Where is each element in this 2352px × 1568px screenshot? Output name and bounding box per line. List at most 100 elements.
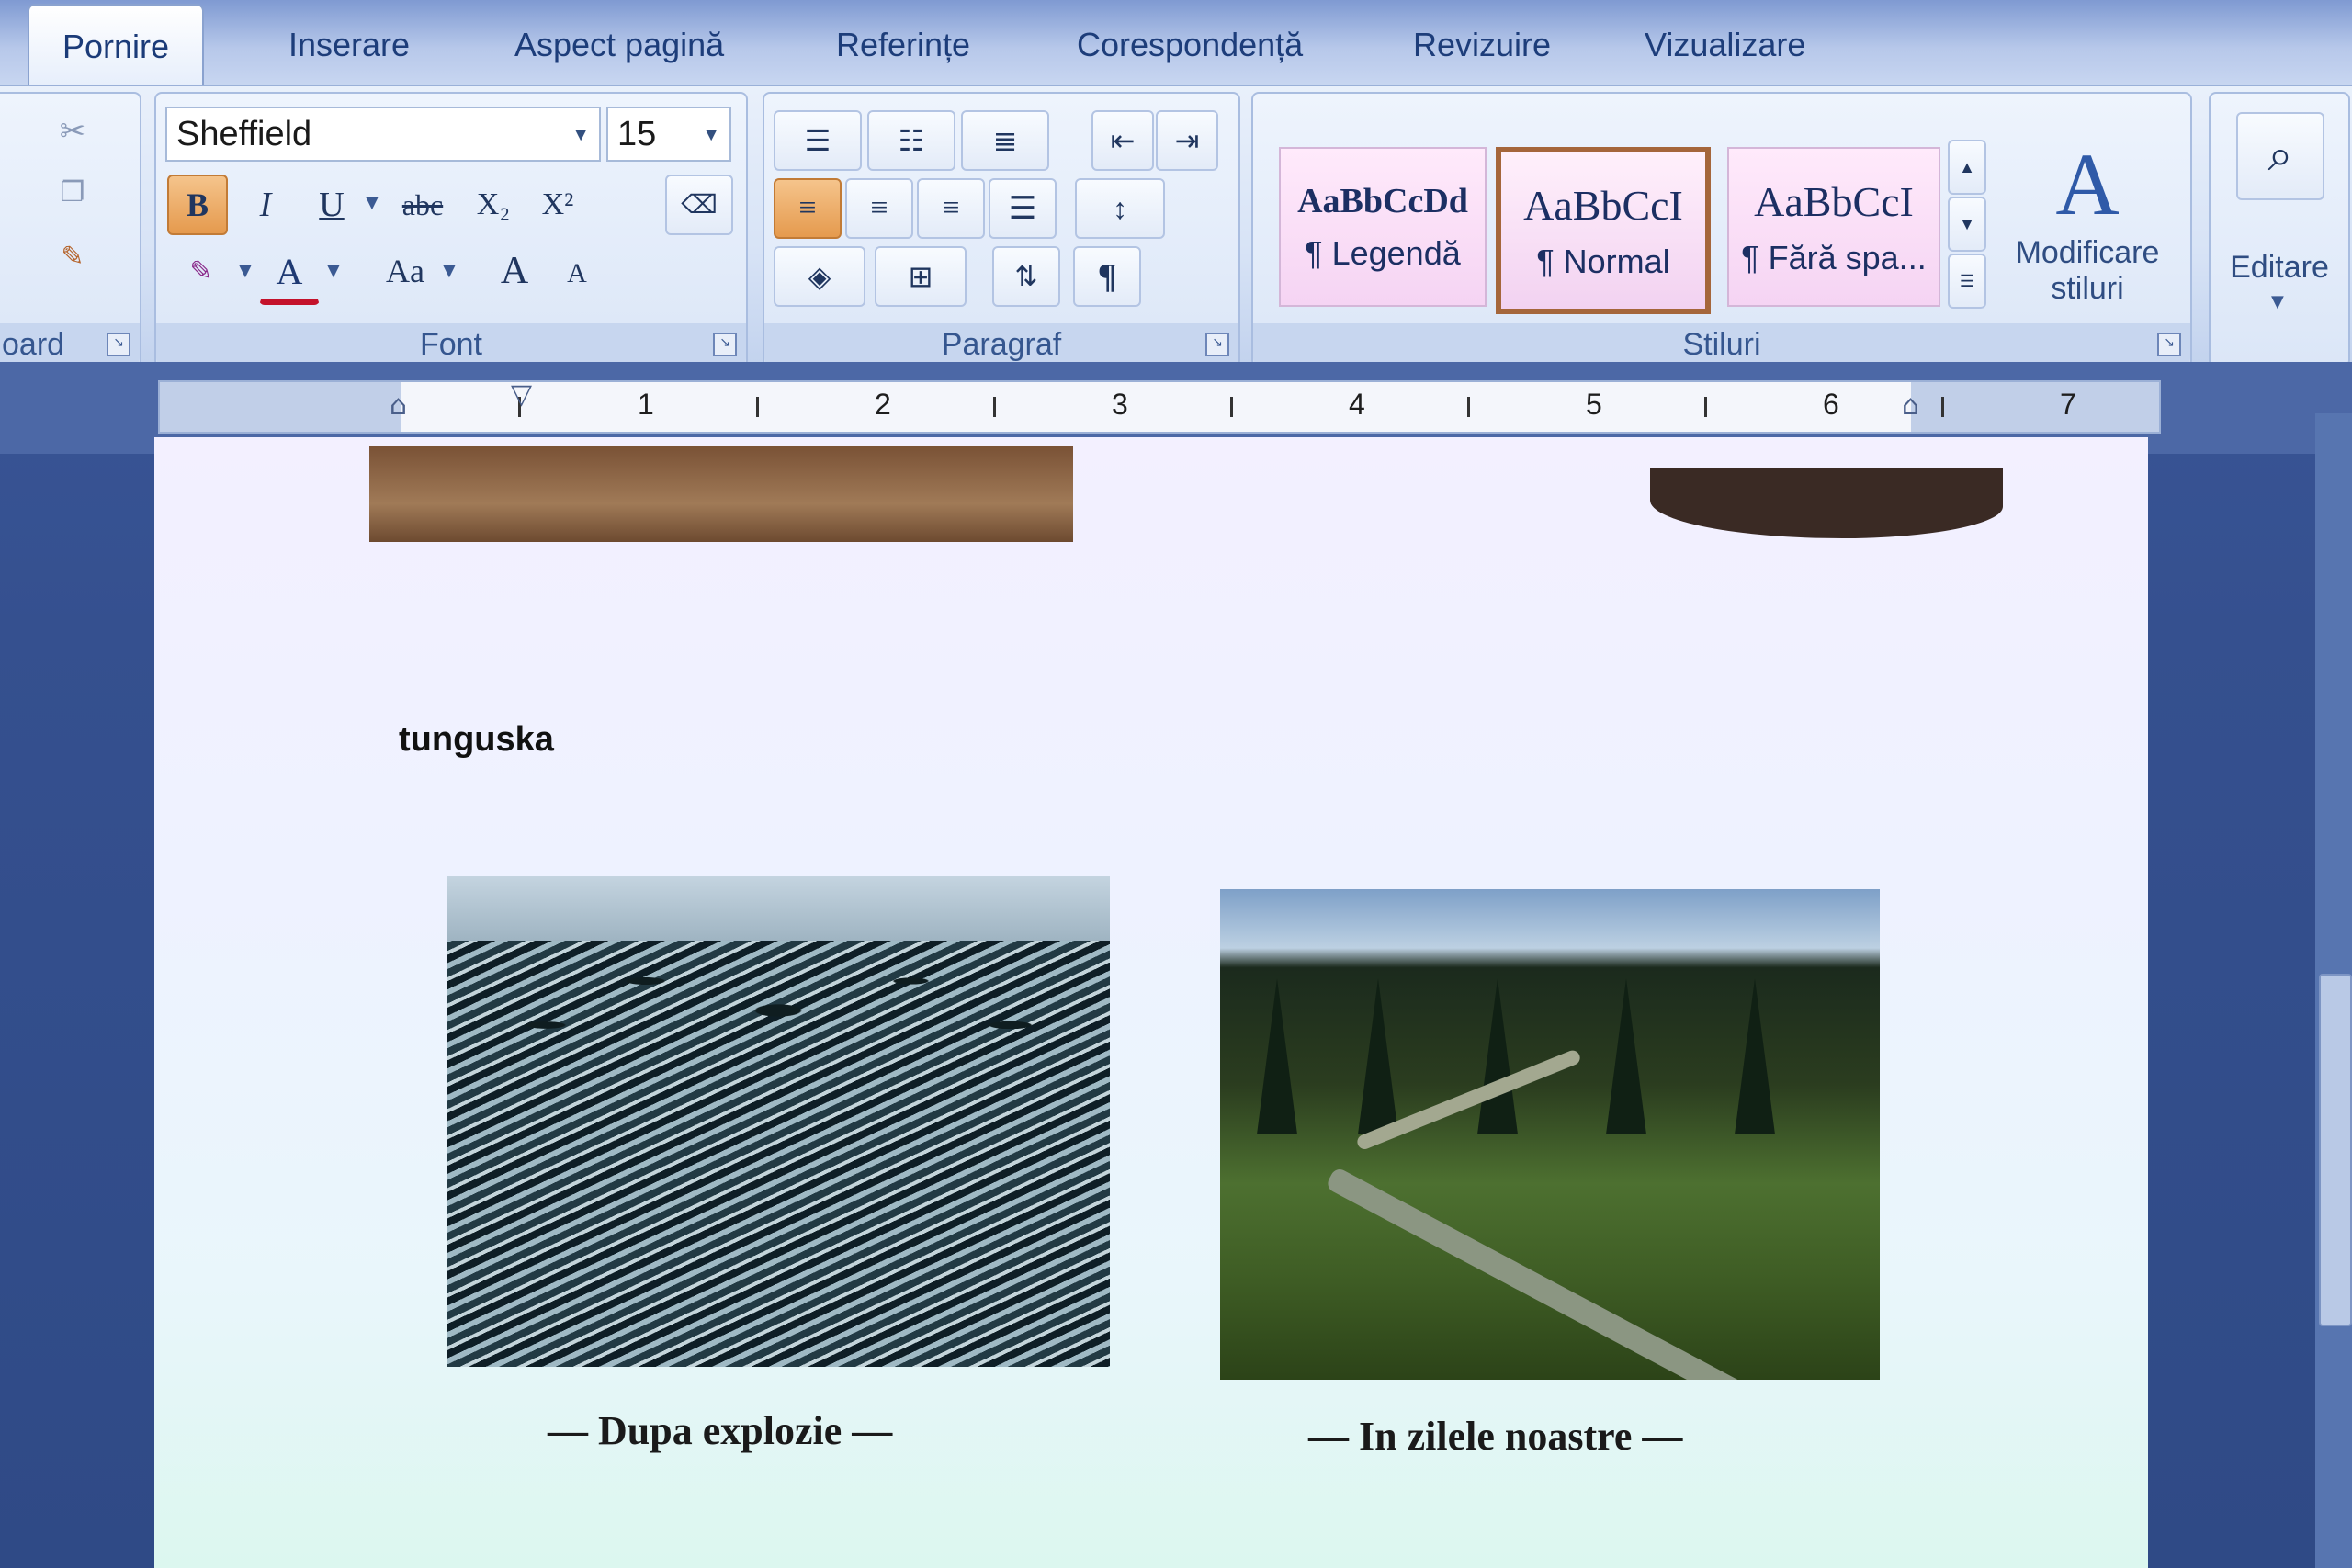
chevron-down-icon[interactable]: ▼	[366, 193, 379, 212]
ruler-tick	[993, 397, 996, 417]
format-painter-icon[interactable]: ✎	[48, 231, 97, 281]
bold-button[interactable]: B	[167, 175, 228, 235]
tab-pornire[interactable]: Pornire	[28, 4, 205, 88]
document-page[interactable]: tunguska — Dupa explozie — — In zilele n…	[154, 437, 2148, 1568]
font-dialog-launcher[interactable]: ↘	[713, 333, 737, 356]
font-name-value: Sheffield	[176, 114, 312, 153]
paragraph-dialog-launcher[interactable]: ↘	[1205, 333, 1229, 356]
increase-indent-icon[interactable]: ⇥	[1156, 110, 1218, 171]
ruler-number: 5	[1586, 388, 1602, 421]
ruler-number: 2	[875, 388, 891, 421]
left-indent-marker-icon[interactable]: ⌂	[390, 389, 407, 422]
gallery-scroll-up-icon[interactable]: ▲	[1948, 140, 1986, 195]
align-right-icon[interactable]: ≡	[917, 178, 985, 239]
chevron-down-icon[interactable]: ▼	[2271, 292, 2284, 311]
strikethrough-button[interactable]: abc	[386, 175, 459, 235]
shrink-font-button[interactable]: A	[549, 246, 605, 301]
caption-in-zilele-noastre[interactable]: — In zilele noastre —	[1308, 1413, 1682, 1460]
chevron-down-icon[interactable]: ▼	[443, 261, 456, 280]
align-left-icon[interactable]: ≡	[774, 178, 842, 239]
ruler-left-margin	[160, 382, 401, 432]
clipboard-group: ✂ ❐ ✎ oard ↘	[0, 92, 141, 367]
style-normal[interactable]: AaBbCcI ¶ Normal	[1496, 147, 1711, 314]
photo-tree	[1606, 978, 1646, 1134]
clear-formatting-icon[interactable]: ⌫	[665, 175, 733, 235]
font-name-combo[interactable]: Sheffield ▼	[165, 107, 601, 162]
copy-icon[interactable]: ❐	[48, 167, 97, 217]
ruler-tick	[1704, 397, 1707, 417]
superscript-button[interactable]: X²	[527, 175, 588, 235]
first-line-indent-marker-icon[interactable]: ▽	[511, 378, 532, 411]
photo-dupa-explozie[interactable]	[447, 876, 1110, 1367]
chevron-down-icon[interactable]: ▼	[702, 125, 720, 146]
photo-tree	[1358, 978, 1398, 1134]
grow-font-button[interactable]: A	[483, 241, 546, 301]
cut-icon[interactable]: ✂	[48, 107, 97, 156]
gallery-more-icon[interactable]: ☰	[1948, 254, 1986, 309]
tab-vizualizare[interactable]: Vizualizare	[1639, 13, 1811, 77]
chevron-down-icon[interactable]: ▼	[327, 261, 340, 280]
scrollbar-thumb[interactable]	[2319, 974, 2352, 1326]
gallery-scroll-down-icon[interactable]: ▼	[1948, 197, 1986, 252]
ruler-number: 4	[1349, 388, 1365, 421]
shading-icon[interactable]: ◈	[774, 246, 865, 307]
binoculars-icon[interactable]: ⌕	[2236, 112, 2324, 200]
photo-tree	[1735, 978, 1775, 1134]
change-styles-button[interactable]: A Modificare stiluri	[1996, 121, 2179, 318]
styles-group-label: Stiluri	[1682, 326, 1761, 362]
previous-image-fragment	[1650, 468, 2003, 538]
styles-group: AaBbCcDd ¶ Legendă AaBbCcI ¶ Normal AaBb…	[1251, 92, 2192, 367]
tab-inserare[interactable]: Inserare	[283, 13, 415, 77]
subscript-button[interactable]: X₂	[463, 175, 524, 235]
document-heading[interactable]: tunguska	[399, 720, 554, 760]
multilevel-list-icon[interactable]: ≣	[961, 110, 1049, 171]
justify-icon[interactable]: ☰	[989, 178, 1057, 239]
font-group: Sheffield ▼ 15 ▼ B I U ▼ abc X₂ X² ⌫ ✎ ▼…	[154, 92, 748, 367]
font-size-value: 15	[617, 114, 657, 153]
borders-icon[interactable]: ⊞	[875, 246, 967, 307]
styles-dialog-launcher[interactable]: ↘	[2157, 333, 2181, 356]
tab-corespondenta[interactable]: Corespondență	[1071, 13, 1308, 77]
ribbon-tab-bar: Pornire Inserare Aspect pagină Referințe…	[0, 0, 2352, 88]
tab-referinte[interactable]: Referințe	[831, 13, 976, 77]
editing-group: ⌕ Editare ▼	[2209, 92, 2350, 367]
change-styles-icon: A	[2055, 134, 2120, 233]
chevron-down-icon[interactable]: ▼	[239, 261, 252, 280]
decrease-indent-icon[interactable]: ⇤	[1091, 110, 1154, 171]
numbering-icon[interactable]: ☷	[867, 110, 956, 171]
right-indent-marker-icon[interactable]: ⌂	[1902, 389, 1919, 422]
clipboard-dialog-launcher[interactable]: ↘	[107, 333, 130, 356]
style-sample: AaBbCcI	[1754, 177, 1914, 225]
editing-label[interactable]: Editare	[2211, 250, 2348, 286]
font-group-label: Font	[419, 326, 483, 362]
ruler-right-margin	[1911, 382, 2159, 432]
photo-fallen-log	[1324, 1166, 1791, 1380]
tab-revizuire[interactable]: Revizuire	[1408, 13, 1556, 77]
underline-button[interactable]: U	[301, 175, 362, 235]
caption-dupa-explozie[interactable]: — Dupa explozie —	[548, 1407, 892, 1454]
bullets-icon[interactable]: ☰	[774, 110, 862, 171]
tab-aspect-pagina[interactable]: Aspect pagină	[509, 13, 729, 77]
chevron-down-icon[interactable]: ▼	[571, 125, 590, 146]
change-case-button[interactable]: Aa	[362, 241, 448, 301]
style-name: ¶ Normal	[1536, 242, 1670, 280]
highlight-icon[interactable]: ✎	[167, 241, 235, 301]
ruler-tick	[1467, 397, 1470, 417]
line-spacing-icon[interactable]: ↕	[1075, 178, 1165, 239]
photo-tree	[1257, 978, 1297, 1134]
photo-fallen-trees	[447, 922, 1110, 1069]
sort-icon[interactable]: ⇅	[992, 246, 1060, 307]
style-name: ¶ Fără spa...	[1741, 238, 1927, 276]
style-legenda[interactable]: AaBbCcDd ¶ Legendă	[1279, 147, 1487, 307]
italic-button[interactable]: I	[235, 175, 296, 235]
change-styles-label: Modificare stiluri	[2015, 234, 2160, 306]
font-color-button[interactable]: A	[259, 241, 320, 305]
align-center-icon[interactable]: ≡	[845, 178, 913, 239]
font-size-combo[interactable]: 15 ▼	[606, 107, 731, 162]
style-fara-spatiere[interactable]: AaBbCcI ¶ Fără spa...	[1727, 147, 1940, 307]
horizontal-ruler[interactable]: 1 2 3 4 5 6 7 ⌂ ▽ ⌂	[158, 378, 2161, 434]
show-marks-button[interactable]: ¶	[1073, 246, 1141, 307]
photo-in-zilele-noastre[interactable]	[1220, 889, 1880, 1380]
style-name: ¶ Legendă	[1305, 234, 1461, 272]
ruler-tick	[756, 397, 759, 417]
